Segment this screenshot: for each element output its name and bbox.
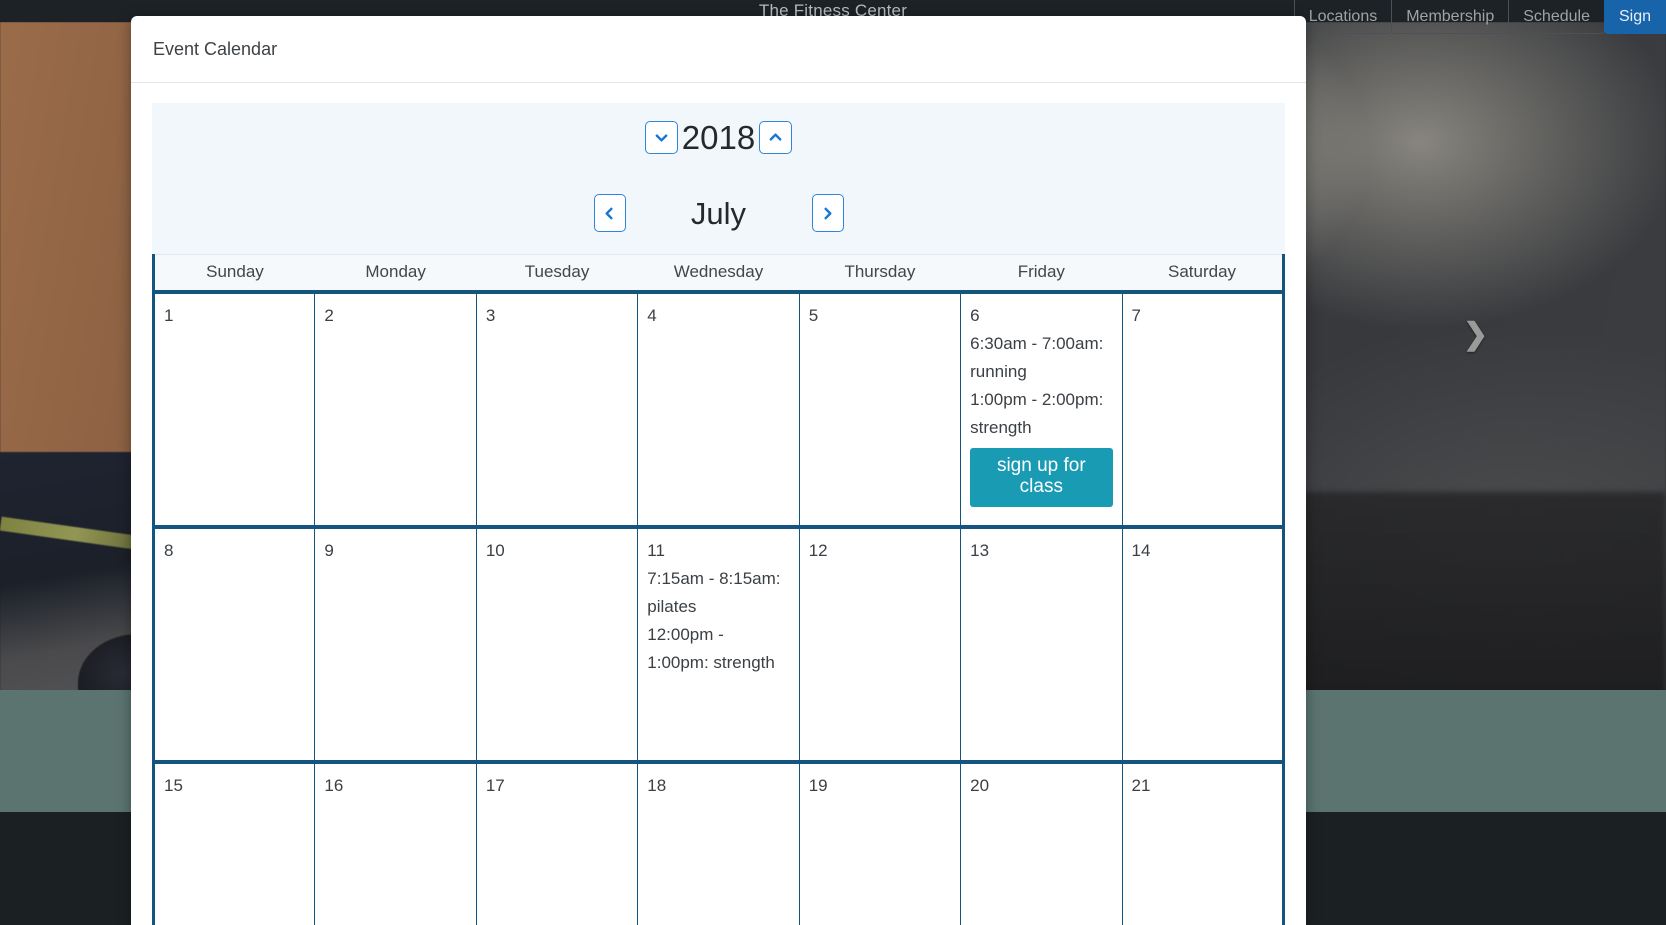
day-number: 21 [1131, 776, 1151, 795]
day-number: 14 [1131, 541, 1151, 560]
calendar-event: 1:00pm - 2:00pm: strength [970, 389, 1104, 437]
sign-up-for-class-button[interactable]: sign up for class [970, 448, 1113, 508]
calendar-header-row: Sunday Monday Tuesday Wednesday Thursday Frid… [153, 254, 1284, 294]
day-number: 2 [324, 306, 334, 325]
calendar-event: 7:15am - 8:15am: pilates [647, 568, 781, 616]
calendar-table: Sunday Monday Tuesday Wednesday Thursday Frid… [152, 254, 1285, 925]
page-root: ❯ The Fitness Center Locations Membershi… [0, 0, 1666, 925]
event-calendar-modal: Event Calendar 2018 July Sunday Monday T… [131, 16, 1306, 925]
previous-month-button[interactable] [593, 194, 626, 232]
calendar-day-cell[interactable]: 13 [960, 526, 1123, 764]
modal-body: 2018 July Sunday Monday Tuesday Wednesda… [131, 83, 1306, 925]
chevron-down-icon [655, 134, 668, 142]
day-number: 15 [164, 776, 183, 795]
calendar-day-cell[interactable]: 20 [960, 761, 1123, 925]
day-number: 3 [485, 306, 496, 325]
month-selector: July [152, 194, 1285, 232]
calendar-week-row: 1 2 3 4 5 6 6:30am - 7:00am: running 1:00pm - 2… [152, 291, 1285, 529]
day-number: 18 [647, 776, 667, 795]
day-number: 11 [647, 541, 665, 560]
calendar-day-cell[interactable]: 8 [152, 526, 316, 764]
page-title: Event Calendar [153, 38, 278, 59]
nav-item-sign-in[interactable]: Sign [1603, 0, 1666, 34]
day-number: 9 [324, 541, 334, 560]
nav-item-schedule[interactable]: Schedule [1508, 0, 1605, 34]
nav-item-membership[interactable]: Membership [1391, 0, 1510, 34]
weekday-header-friday: Friday [960, 254, 1123, 294]
calendar-week-row: 8 9 10 11 7:15am - 8:15am: pilates 12:00pm - … [152, 526, 1285, 764]
day-number: 8 [164, 541, 174, 560]
calendar-event: 6:30am - 7:00am: running [970, 333, 1104, 381]
calendar-day-cell[interactable]: 4 [637, 291, 800, 529]
day-number: 4 [647, 306, 657, 325]
weekday-header-thursday: Thursday [799, 254, 961, 294]
day-number: 20 [970, 776, 990, 795]
calendar-day-cell[interactable]: 1 [152, 291, 316, 529]
chevron-left-icon [605, 207, 613, 219]
calendar-day-cell[interactable]: 21 [1121, 761, 1285, 925]
nav-item-locations[interactable]: Locations [1293, 0, 1393, 34]
calendar-day-cell[interactable]: 15 [152, 761, 316, 925]
chevron-up-icon [769, 133, 782, 141]
year-increment-button[interactable] [759, 121, 793, 154]
year-decrement-button[interactable] [644, 121, 678, 154]
calendar-day-cell[interactable]: 3 [475, 291, 639, 529]
calendar-day-cell[interactable]: 18 [637, 761, 800, 925]
weekday-header-sunday: Sunday [153, 254, 315, 294]
carousel-next-icon[interactable]: ❯ [1463, 320, 1488, 350]
month-label: July [690, 195, 747, 231]
day-number: 1 [164, 306, 174, 325]
calendar-event: 12:00pm - 1:00pm: strength [647, 624, 775, 672]
calendar-body: 1 2 3 4 5 6 6:30am - 7:00am: running 1:00pm - 2… [152, 291, 1285, 925]
year-selector: 2018 [152, 121, 1285, 154]
calendar-day-cell[interactable]: 7 [1121, 291, 1285, 529]
calendar-day-cell[interactable]: 9 [314, 526, 477, 764]
day-number: 16 [324, 776, 344, 795]
weekday-header-monday: Monday [314, 254, 477, 294]
calendar-day-cell[interactable]: 14 [1121, 526, 1285, 764]
calendar-day-cell[interactable]: 12 [798, 526, 962, 764]
calendar-day-cell[interactable]: 5 [798, 291, 962, 529]
calendar-day-cell[interactable]: 2 [314, 291, 477, 529]
day-number: 19 [808, 776, 828, 795]
day-number: 7 [1131, 306, 1141, 325]
calendar-day-cell[interactable]: 10 [475, 526, 639, 764]
weekday-header-saturday: Saturday [1122, 254, 1284, 294]
weekday-header-row: Sunday Monday Tuesday Wednesday Thursday Frid… [153, 254, 1284, 294]
calendar-day-cell[interactable]: 16 [314, 761, 477, 925]
day-number: 13 [970, 541, 990, 560]
calendar-navigation: 2018 July [152, 103, 1285, 254]
day-number: 6 [970, 306, 980, 325]
next-month-button[interactable] [811, 194, 844, 232]
hero-photo-weights [1300, 492, 1666, 712]
calendar-day-cell[interactable]: 17 [475, 761, 639, 925]
chevron-right-icon [824, 207, 832, 219]
weekday-header-tuesday: Tuesday [476, 254, 638, 294]
day-number: 10 [485, 541, 505, 560]
calendar-week-row: 15 16 17 18 19 20 21 [152, 761, 1285, 925]
weekday-header-wednesday: Wednesday [637, 254, 800, 294]
day-number: 12 [808, 541, 828, 560]
calendar-day-cell[interactable]: 6 6:30am - 7:00am: running 1:00pm - 2:00pm… [960, 291, 1123, 529]
nav-links: Locations Membership Schedule Sign [1293, 0, 1666, 34]
day-number: 17 [485, 776, 505, 795]
day-number: 5 [808, 306, 819, 325]
modal-header: Event Calendar [131, 16, 1306, 83]
year-label: 2018 [681, 119, 756, 156]
calendar-day-cell[interactable]: 11 7:15am - 8:15am: pilates 12:00pm - 1:00… [637, 526, 800, 764]
calendar-day-cell[interactable]: 19 [798, 761, 962, 925]
